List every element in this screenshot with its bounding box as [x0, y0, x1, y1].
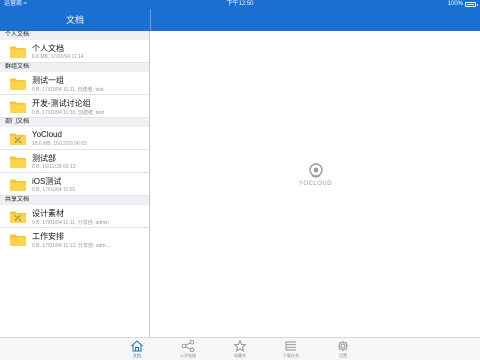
- tab-label: 文档: [133, 353, 141, 358]
- file-name: 测试部: [32, 154, 56, 163]
- document-list[interactable]: 个人文档 个人文档 6.6 MB, 17/01/04 11:14 群组文档 测试…: [0, 31, 150, 337]
- list-item[interactable]: 工作安排 0 B, 17/01/04 11:12, 分享自: adm...: [0, 228, 149, 251]
- tab-label: 下载任务: [283, 353, 299, 358]
- navigation-bar: 文档: [0, 9, 480, 31]
- file-meta: 18.6 MB, 16/12/28 06:03: [32, 141, 87, 147]
- section-header-department: 部门文档: [0, 118, 149, 127]
- tab-label: 收藏夹: [234, 353, 246, 358]
- folder-icon: [10, 179, 26, 191]
- battery-percent: 100%: [447, 1, 463, 7]
- file-name: 测试一组: [32, 76, 64, 85]
- list-item[interactable]: 个人文档 6.6 MB, 17/01/04 11:14: [0, 40, 149, 63]
- list-item[interactable]: 测试一组 0 B, 17/01/04 11:11, 创建者: test: [0, 72, 149, 95]
- tab-bar: 文档 公开链接 收藏夹 下载任务 设置: [0, 337, 480, 360]
- list-item[interactable]: iOS测试 0 B, 17/01/04 11:01: [0, 173, 149, 196]
- home-icon: [131, 340, 143, 352]
- file-meta: 0 B, 17/01/04 11:11, 分享自: admin: [32, 220, 110, 226]
- tab-settings[interactable]: 设置: [323, 339, 363, 360]
- status-bar: 运营商 ≈ 下午12:50 100%: [0, 0, 480, 9]
- tab-label: 设置: [339, 353, 347, 358]
- tab-downloads[interactable]: 下载任务: [271, 339, 311, 360]
- battery-indicator: 100%: [447, 0, 478, 9]
- list-icon: [285, 341, 296, 351]
- yocloud-logo-icon: [308, 163, 323, 178]
- section-header-group: 群组文档: [0, 63, 149, 72]
- folder-icon: [10, 234, 26, 246]
- app-logo: YOCLOUD: [151, 163, 480, 187]
- list-item[interactable]: 设计素材 0 B, 17/01/04 11:11, 分享自: admin: [0, 205, 149, 228]
- file-name: YoCloud: [32, 130, 62, 139]
- clock: 下午12:50: [226, 1, 254, 7]
- section-header-shared: 共享文档: [0, 196, 149, 205]
- list-item[interactable]: 开发-测试讨论组 0 B, 17/01/04 11:10, 创建者: test: [0, 95, 149, 118]
- tab-label: 公开链接: [180, 353, 196, 358]
- list-item[interactable]: 测试部 0 B, 16/12/28 02:13: [0, 150, 149, 173]
- file-meta: 0 B, 17/01/04 11:01: [32, 187, 76, 193]
- nav-divider: [150, 9, 151, 31]
- battery-icon: [465, 2, 478, 7]
- file-meta: 6.6 MB, 17/01/04 11:14: [32, 54, 84, 60]
- file-meta: 0 B, 17/01/04 11:12, 分享自: adm...: [32, 243, 110, 249]
- file-meta: 0 B, 16/12/28 02:13: [32, 164, 76, 170]
- file-name: iOS测试: [32, 177, 62, 186]
- file-meta: 0 B, 17/01/04 11:11, 创建者: test: [32, 87, 104, 93]
- shared-folder-icon: [10, 133, 26, 145]
- gear-icon: [337, 340, 349, 352]
- star-icon: [233, 340, 247, 352]
- file-meta: 0 B, 17/01/04 11:10, 创建者: test: [32, 110, 104, 116]
- file-name: 个人文档: [32, 44, 64, 53]
- folder-icon: [10, 46, 26, 58]
- page-title: 文档: [65, 15, 84, 25]
- tab-public-links[interactable]: 公开链接: [168, 339, 208, 360]
- file-name: 设计素材: [32, 209, 64, 218]
- share-icon: [181, 340, 195, 352]
- list-item[interactable]: YoCloud 18.6 MB, 16/12/28 06:03: [0, 127, 149, 150]
- file-name: 工作安排: [32, 232, 64, 241]
- folder-icon: [10, 101, 26, 113]
- section-header-personal: 个人文档: [0, 31, 149, 40]
- shared-folder-icon: [10, 211, 26, 223]
- folder-icon: [10, 156, 26, 168]
- folder-icon: [10, 78, 26, 90]
- file-name: 开发-测试讨论组: [32, 99, 91, 108]
- tab-favorites[interactable]: 收藏夹: [220, 339, 260, 360]
- tab-documents[interactable]: 文档: [117, 339, 157, 360]
- logo-text: YOCLOUD: [298, 181, 333, 187]
